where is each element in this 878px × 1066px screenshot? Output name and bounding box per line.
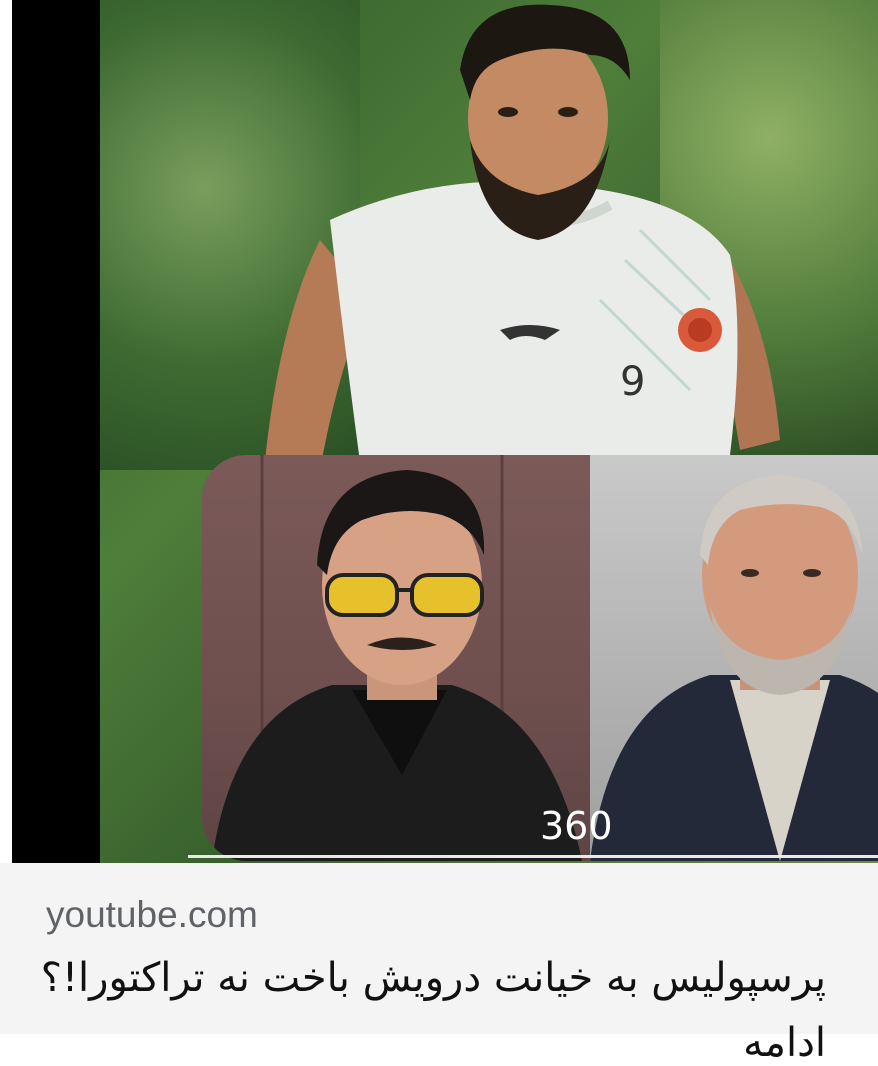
coach-left-photo — [202, 455, 590, 861]
coaches-inset: 360 — [202, 455, 878, 861]
channel-logo-text: 360 — [540, 804, 613, 847]
coach-right-photo — [590, 455, 878, 861]
result-headline-line2[interactable]: ادامه — [743, 1020, 826, 1066]
result-headline[interactable]: پرسپولیس به خیانت درویش باخت نه تراکتورا… — [41, 955, 826, 1001]
thumbnail-photo: 9 360 — [100, 0, 878, 863]
search-result-card[interactable]: 9 360 youtube.com پرسپولیس به خیانت دروی… — [0, 0, 878, 1066]
thumbnail-divider — [188, 855, 878, 858]
result-caption[interactable] — [0, 863, 878, 1034]
coach-right-figure — [590, 475, 878, 861]
jersey-number: 9 — [620, 359, 645, 405]
coach-left-figure — [212, 455, 582, 861]
source-domain[interactable]: youtube.com — [46, 894, 258, 936]
thumbnail-image[interactable]: 9 360 — [12, 0, 878, 863]
player-figure: 9 — [265, 4, 780, 470]
channel-logo: 360 — [540, 804, 613, 847]
